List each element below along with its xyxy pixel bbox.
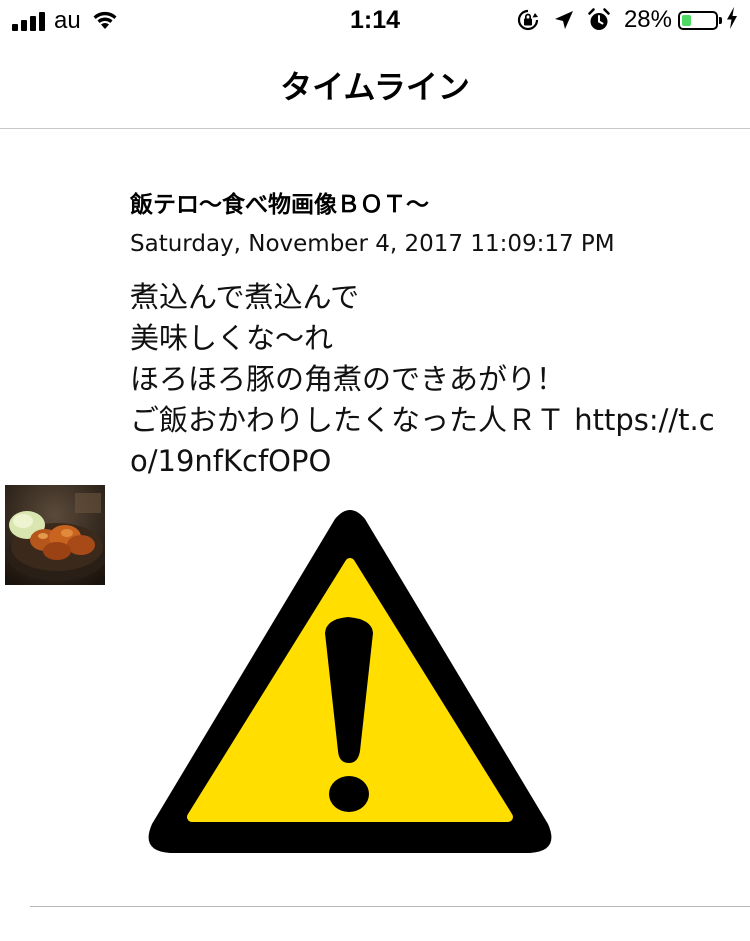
tweet-date: Saturday, November 4, 2017 11:09:17 PM [130, 231, 615, 257]
location-icon [554, 10, 574, 30]
orientation-lock-icon [516, 8, 540, 32]
warning-triangle-icon[interactable] [140, 501, 560, 876]
status-bar: au 1:14 28% [0, 0, 750, 40]
charging-icon [726, 7, 738, 33]
food-avatar-image[interactable] [5, 485, 105, 585]
battery-icon [678, 10, 722, 30]
tweet-cell[interactable]: 飯テロ〜食べ物画像ＢＯＴ〜 Saturday, November 4, 2017… [0, 129, 750, 906]
alarm-icon [588, 8, 610, 32]
battery-fill [682, 14, 691, 26]
nav-bar: タイムライン [0, 40, 750, 129]
cell-separator [30, 906, 750, 907]
status-right: 28% [502, 6, 738, 34]
tweet-user-name: 飯テロ〜食べ物画像ＢＯＴ〜 [130, 192, 429, 218]
tweet-text[interactable]: 煮込んで煮込んで 美味しくな〜れ ほろほろ豚の角煮のできあがり！ ご飯おかわりし… [130, 277, 740, 482]
battery-percent: 28% [623, 6, 672, 33]
nav-title: タイムライン [280, 68, 470, 106]
